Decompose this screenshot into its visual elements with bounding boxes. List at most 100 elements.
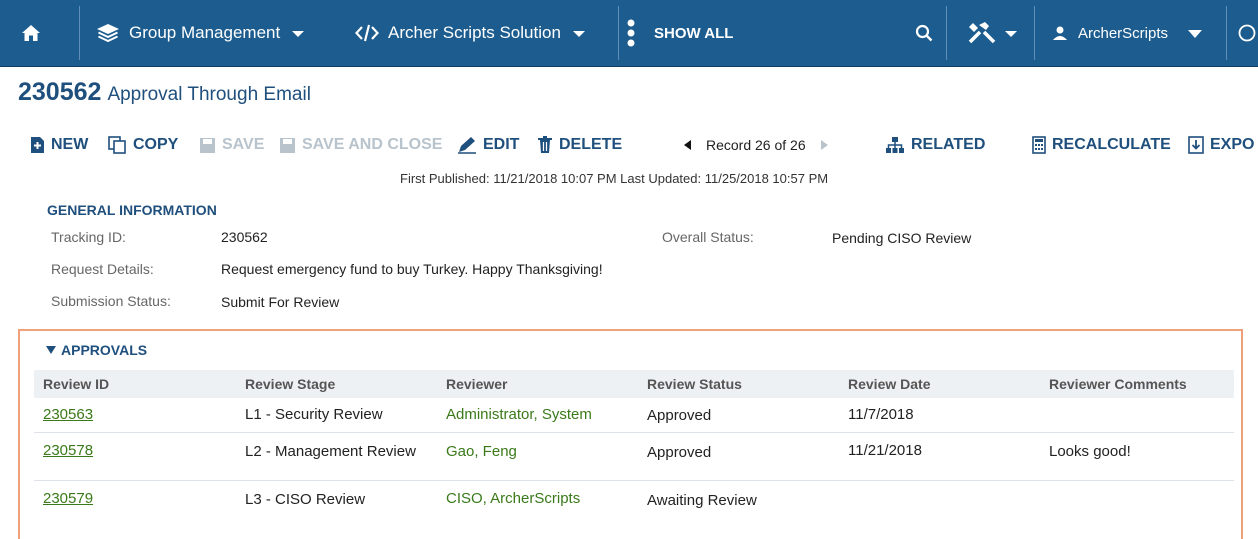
new-button[interactable]: NEW	[30, 130, 88, 160]
new-record-icon	[31, 137, 44, 153]
approvals-heading: APPROVALS	[61, 342, 148, 358]
calculator-icon	[1032, 136, 1046, 154]
general-information-heading: GENERAL INFORMATION	[47, 202, 217, 218]
review-id-link[interactable]: 230563	[43, 406, 93, 423]
vertical-dots-icon	[627, 19, 635, 47]
col-header-review-status[interactable]: Review Status	[647, 376, 742, 392]
previous-record-icon[interactable]	[682, 139, 692, 151]
col-header-review-date[interactable]: Review Date	[848, 376, 930, 392]
search-button[interactable]	[904, 0, 944, 66]
nav-separator	[618, 6, 619, 60]
next-record-icon[interactable]	[820, 139, 830, 151]
nav-separator	[1226, 6, 1227, 60]
tracking-id-label: Tracking ID:	[51, 229, 126, 245]
delete-button[interactable]: DELETE	[537, 130, 622, 160]
recalculate-button[interactable]: RECALCULATE	[1032, 130, 1171, 160]
recalculate-label: RECALCULATE	[1052, 136, 1171, 153]
layers-icon	[97, 24, 119, 43]
approvals-section	[18, 329, 1243, 539]
overall-status-value: Pending CISO Review	[832, 230, 972, 246]
hierarchy-icon	[886, 137, 904, 153]
collapse-triangle-icon	[46, 346, 56, 354]
export-label: EXPO	[1210, 136, 1255, 153]
record-toolbar: NEW COPY SAVE SAVE AND CLOSE EDIT DELETE…	[30, 130, 1258, 160]
delete-label: DELETE	[559, 136, 623, 153]
top-navbar: Group Management Archer Scripts Solution…	[0, 0, 1258, 67]
record-name-title: Approval Through Email	[107, 84, 311, 105]
archer-scripts-menu[interactable]: Archer Scripts Solution	[355, 0, 615, 66]
reviewer-comments-cell: Looks good!	[1049, 443, 1131, 460]
tracking-id-value: 230562	[221, 229, 268, 245]
nav-separator	[79, 6, 80, 60]
home-button[interactable]	[0, 0, 62, 66]
row-divider	[34, 432, 1234, 433]
overall-status-label: Overall Status:	[662, 229, 754, 245]
show-all-button[interactable]: SHOW ALL	[620, 0, 790, 66]
save-close-icon	[280, 137, 295, 153]
request-details-value: Request emergency fund to buy Turkey. Ha…	[221, 261, 603, 277]
pencil-icon	[458, 137, 476, 154]
review-status-cell: Approved	[647, 407, 712, 424]
export-button[interactable]: EXPO	[1188, 130, 1254, 160]
new-label: NEW	[51, 136, 89, 153]
record-navigator: Record 26 of 26	[682, 130, 830, 160]
col-header-review-stage[interactable]: Review Stage	[245, 376, 335, 392]
chevron-down-icon	[1188, 30, 1203, 38]
review-status-cell: Awaiting Review	[647, 492, 757, 509]
search-icon	[915, 24, 933, 42]
archer-scripts-label: Archer Scripts Solution	[388, 23, 561, 42]
help-button[interactable]	[1238, 0, 1258, 66]
edit-label: EDIT	[483, 136, 520, 153]
reviewer-cell: Administrator, System	[446, 406, 592, 423]
approvals-table-header: Review ID Review Stage Reviewer Review S…	[34, 370, 1234, 398]
group-management-menu[interactable]: Group Management	[96, 0, 332, 66]
review-id-link[interactable]: 230579	[43, 490, 93, 507]
copy-icon	[108, 136, 126, 154]
col-header-review-id[interactable]: Review ID	[43, 376, 109, 392]
related-label: RELATED	[911, 136, 986, 153]
record-position: Record 26 of 26	[706, 137, 806, 153]
approvals-toggle[interactable]: APPROVALS	[46, 342, 147, 358]
copy-label: COPY	[133, 136, 179, 153]
reviewer-cell: Gao, Feng	[446, 443, 517, 460]
col-header-reviewer[interactable]: Reviewer	[446, 376, 507, 392]
nav-separator	[946, 6, 947, 60]
edit-button[interactable]: EDIT	[457, 130, 519, 160]
show-all-label: SHOW ALL	[654, 24, 734, 42]
reviewer-cell: CISO, ArcherScripts	[446, 490, 581, 507]
user-menu[interactable]: ArcherScripts	[1052, 0, 1222, 66]
submission-status-label: Submission Status:	[51, 293, 171, 309]
export-icon	[1188, 136, 1204, 154]
save-label: SAVE	[222, 136, 265, 153]
review-status-cell: Approved	[647, 444, 712, 461]
review-stage-cell: L3 - CISO Review	[245, 491, 366, 508]
review-id-link[interactable]: 230578	[43, 442, 93, 459]
col-header-reviewer-comments[interactable]: Reviewer Comments	[1049, 376, 1187, 392]
chevron-down-icon	[1005, 31, 1017, 37]
user-icon	[1053, 26, 1067, 40]
help-icon	[1238, 24, 1256, 42]
save-and-close-button[interactable]: SAVE AND CLOSE	[279, 130, 442, 160]
chevron-down-icon	[292, 31, 305, 37]
trash-icon	[538, 136, 552, 153]
review-stage-cell: L1 - Security Review	[245, 406, 383, 423]
request-details-label: Request Details:	[51, 261, 154, 277]
nav-separator	[1034, 6, 1035, 60]
tools-menu[interactable]	[952, 0, 1032, 66]
home-icon	[22, 25, 40, 41]
submission-status-value: Submit For Review	[221, 294, 340, 310]
group-management-label: Group Management	[129, 23, 281, 42]
publication-info: First Published: 11/21/2018 10:07 PM Las…	[400, 171, 829, 186]
row-divider	[34, 480, 1234, 481]
save-and-close-label: SAVE AND CLOSE	[302, 136, 443, 153]
user-name: ArcherScripts	[1078, 24, 1169, 42]
related-button[interactable]: RELATED	[885, 130, 985, 160]
review-date-cell: 11/21/2018	[848, 442, 922, 459]
tools-icon	[968, 22, 996, 44]
chevron-down-icon	[572, 31, 585, 37]
code-icon	[355, 24, 379, 42]
record-id-title: 230562	[18, 78, 102, 106]
save-icon	[200, 137, 215, 153]
save-button[interactable]: SAVE	[199, 130, 264, 160]
copy-button[interactable]: COPY	[108, 130, 178, 160]
